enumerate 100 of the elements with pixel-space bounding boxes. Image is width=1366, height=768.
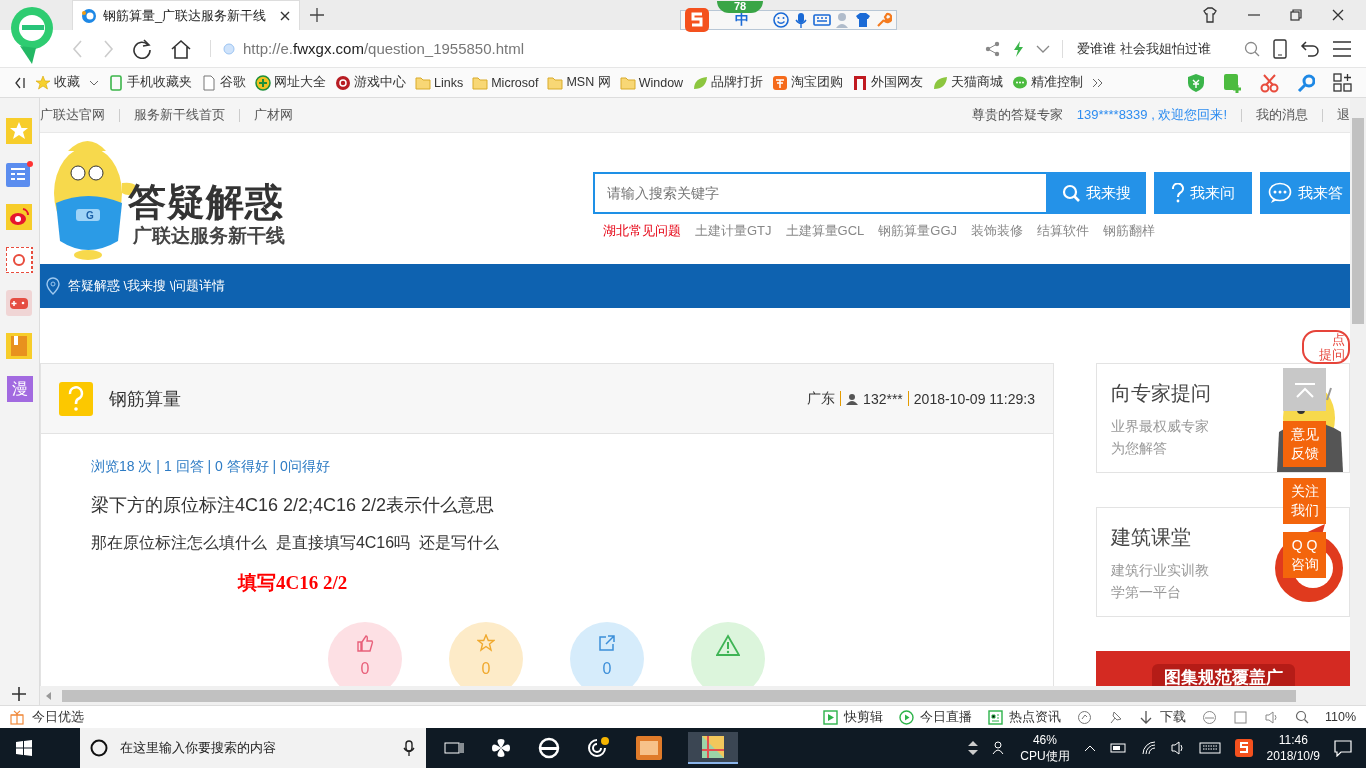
keyboard-icon[interactable]: [1198, 740, 1221, 756]
clock-date[interactable]: 2018/10/9: [1266, 748, 1320, 764]
nav-link[interactable]: 我的消息: [1256, 106, 1308, 124]
wifi-icon[interactable]: [1140, 740, 1157, 756]
caret-icon[interactable]: [89, 79, 99, 86]
hot-tag-link[interactable]: 土建计量GTJ: [695, 222, 772, 240]
scroll-thumb[interactable]: [62, 689, 1296, 702]
bookmark-link[interactable]: 手机收藏夹: [108, 74, 192, 91]
search-icon[interactable]: [1244, 40, 1260, 57]
browser-icon[interactable]: [538, 737, 560, 759]
ime-logo-icon[interactable]: [1234, 739, 1253, 757]
bookmark-link[interactable]: 网址大全: [255, 74, 326, 91]
battery-icon[interactable]: [1109, 740, 1127, 756]
bookmark-link[interactable]: Window: [619, 74, 684, 91]
status-link[interactable]: 今日优选: [32, 708, 84, 726]
wrench-icon[interactable]: [875, 12, 892, 28]
bookmark-link[interactable]: MSN 网: [547, 74, 611, 91]
restore-icon[interactable]: [1290, 9, 1302, 21]
taskbar-search-field[interactable]: 在这里输入你要搜索的内容: [80, 728, 426, 768]
add-icon[interactable]: [12, 687, 26, 701]
speed-icon[interactable]: [1076, 709, 1092, 725]
chevron-up-icon[interactable]: [1083, 743, 1096, 753]
swirl-icon[interactable]: [586, 737, 610, 759]
bookmark-link[interactable]: 品牌打折: [692, 74, 764, 91]
hot-tag-link[interactable]: 装饰装修: [971, 222, 1024, 240]
nav-link[interactable]: 广材网: [254, 106, 293, 124]
bookmark-link[interactable]: 天猫商城: [932, 74, 1004, 91]
nav-link[interactable]: 退: [1337, 106, 1350, 124]
shirt-icon[interactable]: [855, 12, 871, 28]
shield-icon[interactable]: [1187, 72, 1205, 93]
phone-icon[interactable]: [1272, 38, 1288, 59]
hot-tag-link[interactable]: 土建算量GCL: [785, 222, 865, 240]
browser-tab[interactable]: 钢筋算量_广联达服务新干线: [72, 0, 300, 30]
scroll-thumb[interactable]: [1352, 118, 1364, 324]
bookmark-link[interactable]: Links: [415, 74, 464, 91]
ask-bubble[interactable]: 点 提问: [1302, 330, 1350, 364]
ad-banner[interactable]: 图集规范覆盖广: [1096, 651, 1350, 686]
search-suggestion[interactable]: 爱谁谁 社会我姐怕过谁: [1062, 39, 1232, 58]
bookmark-link[interactable]: 精准控制: [1012, 74, 1084, 91]
breadcrumb[interactable]: 答疑解惑 \我来搜 \问题详情: [68, 277, 226, 295]
bookmark-link[interactable]: 收藏: [35, 74, 80, 91]
notification-icon[interactable]: [1334, 739, 1352, 757]
bookmark-link[interactable]: 谷歌: [201, 74, 246, 91]
action-button[interactable]: [691, 622, 765, 686]
bookmark-link[interactable]: 游戏中心: [335, 74, 406, 91]
skin-icon[interactable]: [1202, 7, 1218, 23]
ime-mode[interactable]: 中: [735, 11, 749, 29]
gift-icon[interactable]: [10, 709, 24, 725]
ie-icon[interactable]: [1201, 709, 1217, 725]
keyboard-icon[interactable]: [813, 12, 831, 28]
task-view-icon[interactable]: [444, 740, 464, 756]
url-text[interactable]: http://e.fwxgx.com/question_1955850.html: [243, 40, 525, 57]
hot-tag-link[interactable]: 钢筋算量GGJ: [878, 222, 958, 240]
lightning-icon[interactable]: [1012, 40, 1024, 57]
new-tab-icon[interactable]: [310, 8, 324, 22]
microphone-icon[interactable]: [793, 12, 809, 28]
status-link[interactable]: 下载: [1138, 708, 1186, 726]
vertical-scrollbar[interactable]: [1350, 98, 1366, 686]
apps-icon[interactable]: [1333, 73, 1352, 92]
menu-icon[interactable]: [1332, 38, 1352, 59]
key-icon[interactable]: [1297, 73, 1315, 92]
scissors-icon[interactable]: [1260, 72, 1279, 93]
more-icon[interactable]: [1092, 77, 1104, 88]
collapse-icon[interactable]: [14, 75, 26, 90]
close-icon[interactable]: [279, 9, 291, 22]
weibo-icon[interactable]: [6, 204, 33, 230]
status-link[interactable]: 今日直播: [898, 708, 972, 726]
add-note-icon[interactable]: [1223, 72, 1242, 93]
browser-logo-icon[interactable]: [10, 6, 54, 66]
scroll-arrows-icon[interactable]: [968, 741, 979, 755]
bookmark-link[interactable]: 外国网友: [852, 74, 924, 91]
scroll-left-icon[interactable]: [46, 691, 52, 700]
hot-tag-link[interactable]: 结算软件: [1037, 222, 1090, 240]
refresh-icon[interactable]: [132, 38, 152, 59]
hot-tag-link[interactable]: 湖北常见问题: [603, 222, 681, 240]
search-field[interactable]: 请输入搜索关键字: [593, 172, 1046, 214]
clock-time[interactable]: 11:46: [1278, 732, 1308, 748]
horizontal-scrollbar[interactable]: [40, 686, 1366, 705]
book-icon[interactable]: [6, 333, 33, 359]
nav-link[interactable]: 服务新干线首页: [134, 106, 225, 124]
zoom-icon[interactable]: [1294, 710, 1309, 724]
bookmark-link[interactable]: 淘宝团购: [772, 74, 844, 91]
fan-icon[interactable]: [490, 737, 512, 759]
status-link[interactable]: 热点资讯: [987, 708, 1061, 726]
windows-start-icon[interactable]: [16, 740, 32, 756]
gamepad-icon[interactable]: [6, 290, 33, 316]
share-icon[interactable]: [985, 40, 1000, 57]
mail-icon[interactable]: [6, 247, 33, 273]
map-app-icon[interactable]: [702, 736, 724, 758]
status-link[interactable]: 快剪辑: [822, 708, 883, 726]
bookmark-link[interactable]: Microsof: [472, 74, 539, 91]
home-icon[interactable]: [170, 38, 192, 59]
undo-icon[interactable]: [1300, 38, 1320, 59]
caret-icon[interactable]: [1036, 44, 1050, 53]
volume-icon[interactable]: [1170, 740, 1185, 756]
hot-tag-link[interactable]: 钢筋翻样: [1103, 222, 1156, 240]
zoom-level[interactable]: 110%: [1324, 710, 1356, 724]
smiley-icon[interactable]: [773, 12, 789, 28]
close-icon[interactable]: [1332, 9, 1344, 21]
news-icon[interactable]: [6, 161, 33, 187]
